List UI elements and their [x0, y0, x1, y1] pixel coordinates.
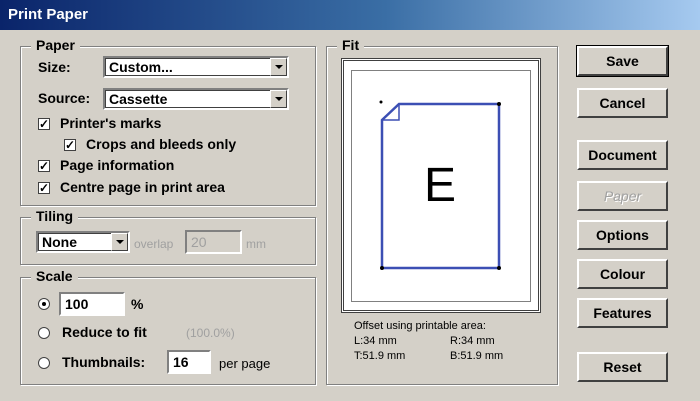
offset-bottom: B:51.9 mm [450, 350, 504, 362]
document-button[interactable]: Document [577, 140, 668, 170]
printers-marks-checkbox[interactable]: ✓ [38, 118, 50, 130]
source-select[interactable]: Cassette [103, 88, 289, 110]
title-bar: Print Paper [0, 0, 700, 30]
size-select-value: Custom... [109, 59, 173, 75]
offset-top: T:51.9 mm [354, 350, 406, 362]
size-select[interactable]: Custom... [103, 56, 289, 78]
source-label: Source: [38, 90, 91, 106]
centre-page-checkbox[interactable]: ✓ [38, 182, 50, 194]
offset-left: L:34 mm [354, 335, 397, 347]
crop-mark-icon [380, 266, 384, 270]
scale-legend: Scale [31, 268, 78, 284]
tiling-select-value: None [42, 234, 77, 250]
tiling-select[interactable]: None [36, 231, 130, 253]
options-button[interactable]: Options [577, 220, 668, 250]
chevron-down-icon[interactable] [111, 233, 128, 251]
window-title: Print Paper [8, 6, 89, 23]
paper-button[interactable]: Paper [577, 181, 668, 211]
crop-mark-icon [497, 266, 501, 270]
size-label: Size: [38, 59, 71, 75]
page-information-label: Page information [60, 157, 175, 173]
crops-bleeds-checkbox[interactable]: ✓ [64, 139, 76, 151]
thumbnails-label: Thumbnails: [62, 354, 146, 370]
per-page-label: per page [219, 356, 271, 371]
tiling-legend: Tiling [31, 208, 79, 224]
crop-mark-icon [379, 100, 383, 104]
chevron-down-icon[interactable] [270, 90, 287, 108]
reduce-to-fit-value: (100.0%) [186, 326, 235, 340]
cancel-button[interactable]: Cancel [577, 88, 668, 118]
page-information-checkbox[interactable]: ✓ [38, 160, 50, 172]
reset-button[interactable]: Reset [577, 352, 668, 382]
page-letter: E [424, 159, 457, 212]
save-button[interactable]: Save [576, 45, 669, 77]
source-select-value: Cassette [109, 91, 168, 107]
crop-mark-icon [497, 102, 501, 106]
centre-page-label: Centre page in print area [60, 179, 225, 195]
colour-button[interactable]: Colour [577, 259, 668, 289]
fit-legend: Fit [337, 37, 365, 53]
overlap-unit: mm [246, 237, 266, 251]
reduce-to-fit-radio[interactable] [38, 327, 50, 339]
overlap-label: overlap [134, 237, 174, 251]
scale-percent-radio[interactable] [38, 298, 50, 310]
offset-right: R:34 mm [450, 335, 495, 347]
scale-percent-input[interactable]: 100 [59, 292, 125, 316]
reduce-to-fit-label: Reduce to fit [62, 324, 147, 340]
overlap-input[interactable]: 20 [185, 230, 242, 254]
chevron-down-icon[interactable] [270, 58, 287, 76]
thumbnails-radio[interactable] [38, 357, 50, 369]
thumbnails-input[interactable]: 16 [167, 350, 211, 374]
percent-unit: % [131, 296, 144, 312]
crops-bleeds-label: Crops and bleeds only [86, 136, 237, 152]
offset-title: Offset using printable area: [354, 320, 486, 332]
paper-legend: Paper [31, 37, 80, 53]
printers-marks-label: Printer's marks [60, 115, 162, 131]
features-button[interactable]: Features [577, 298, 668, 328]
